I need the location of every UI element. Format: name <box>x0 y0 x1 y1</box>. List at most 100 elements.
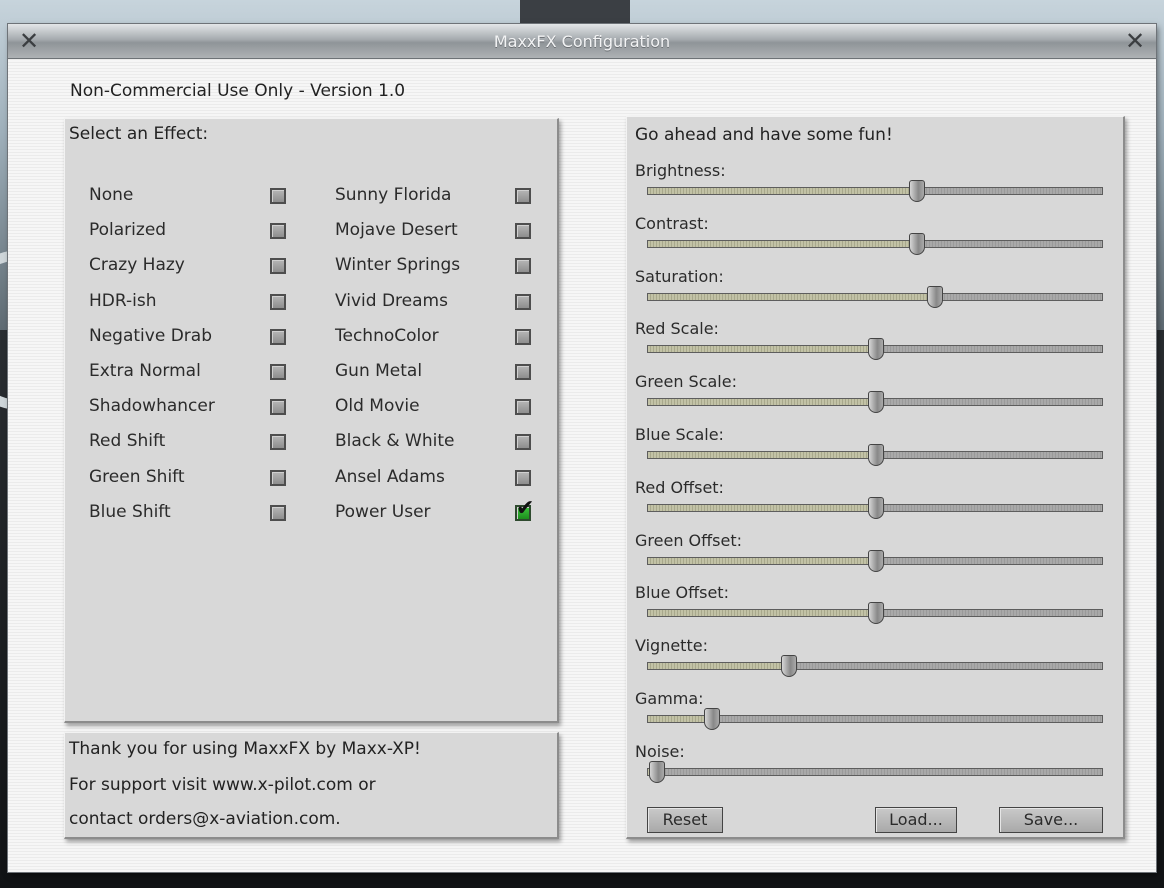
effect-label[interactable]: Polarized <box>89 220 166 240</box>
slider-thumb[interactable] <box>649 760 666 783</box>
version-label: Non-Commercial Use Only - Version 1.0 <box>70 81 406 101</box>
slider-track[interactable] <box>647 338 1103 361</box>
slider-label: Noise: <box>635 741 685 761</box>
slider-track[interactable] <box>647 655 1103 678</box>
title-bar[interactable]: ✕ MaxxFX Configuration ✕ <box>8 24 1156 59</box>
slider-fill <box>648 399 876 406</box>
slider-thumb[interactable] <box>868 496 884 519</box>
effect-checkbox[interactable] <box>515 328 531 345</box>
effect-label[interactable]: Ansel Adams <box>335 467 445 487</box>
slider-fill <box>648 240 918 247</box>
slider-label: Blue Scale: <box>635 425 724 444</box>
effect-checkbox[interactable] <box>515 223 531 240</box>
effect-label[interactable]: Crazy Hazy <box>89 255 185 275</box>
effect-checkbox[interactable] <box>270 504 286 521</box>
effect-checkbox[interactable] <box>515 434 531 451</box>
slider-thumb[interactable] <box>703 708 720 730</box>
slider-track[interactable] <box>647 602 1103 625</box>
slider-thumb[interactable] <box>909 180 926 202</box>
effect-label[interactable]: Winter Springs <box>335 255 460 275</box>
slider-thumb[interactable] <box>909 232 926 255</box>
effect-checkbox[interactable] <box>270 258 286 275</box>
effect-label[interactable]: HDR-ish <box>89 291 157 311</box>
slider-fill <box>648 557 876 564</box>
slider-thumb[interactable] <box>927 285 944 308</box>
load-button[interactable]: Load... <box>875 807 957 833</box>
effect-checkbox[interactable] <box>270 293 286 310</box>
thanks-line-2: For support visit www.x-pilot.com or <box>69 775 376 795</box>
effect-checkbox[interactable] <box>270 364 286 380</box>
sliders-title: Go ahead and have some fun! <box>635 125 893 145</box>
effect-checkbox[interactable] <box>270 188 286 204</box>
effect-label[interactable]: Extra Normal <box>89 361 201 381</box>
slider-track[interactable] <box>647 180 1103 202</box>
slider-track[interactable] <box>647 760 1103 783</box>
slider-track[interactable] <box>647 708 1103 730</box>
slider-fill <box>648 504 876 511</box>
check-icon: ✔ <box>516 495 535 521</box>
slider-thumb[interactable] <box>868 549 884 572</box>
slider-thumb[interactable] <box>868 391 884 414</box>
slider-track[interactable] <box>647 232 1103 255</box>
sliders-panel: Go ahead and have some fun! Brightness: C… <box>626 116 1125 839</box>
slider-label: Contrast: <box>635 213 709 233</box>
slider-label: Red Scale: <box>635 319 719 339</box>
effect-label[interactable]: TechnoColor <box>335 326 439 346</box>
reset-button[interactable]: Reset <box>647 807 723 833</box>
effect-checkbox[interactable] <box>515 258 531 275</box>
slider-track[interactable] <box>647 444 1103 466</box>
save-button[interactable]: Save... <box>999 807 1103 833</box>
thanks-panel: Thank you for using MaxxFX by Maxx-XP! F… <box>64 732 559 839</box>
slider-fill <box>648 452 876 458</box>
slider-label: Red Offset: <box>635 477 724 497</box>
slider-label: Blue Offset: <box>635 583 729 603</box>
effect-label[interactable]: Black & White <box>335 431 455 451</box>
effect-checkbox[interactable]: ✔ <box>515 497 534 521</box>
thanks-line-1: Thank you for using MaxxFX by Maxx-XP! <box>69 739 421 759</box>
config-window: ✕ MaxxFX Configuration ✕ Non-Commercial … <box>8 24 1156 872</box>
effect-label[interactable]: Gun Metal <box>335 361 422 381</box>
slider-thumb[interactable] <box>781 655 798 678</box>
slider-label: Green Scale: <box>635 372 737 392</box>
effect-label[interactable]: Blue Shift <box>89 502 171 522</box>
close-icon[interactable]: ✕ <box>1120 27 1150 55</box>
effect-checkbox[interactable] <box>515 469 531 486</box>
effect-checkbox[interactable] <box>515 293 531 310</box>
effect-checkbox[interactable] <box>270 434 286 451</box>
slider-track[interactable] <box>647 549 1103 572</box>
slider-thumb[interactable] <box>868 444 884 466</box>
slider-thumb[interactable] <box>868 338 884 361</box>
slider-label: Green Offset: <box>635 530 742 550</box>
thanks-line-3: contact orders@x-aviation.com. <box>69 809 341 829</box>
effect-checkbox[interactable] <box>270 328 286 345</box>
slider-label: Vignette: <box>635 636 708 656</box>
effect-label[interactable]: Sunny Florida <box>335 185 451 205</box>
slider-fill <box>648 716 712 722</box>
effect-label[interactable]: Red Shift <box>89 431 165 451</box>
slider-label: Saturation: <box>635 266 724 286</box>
effect-label[interactable]: None <box>89 185 133 205</box>
effect-label[interactable]: Power User <box>335 502 431 522</box>
effect-label[interactable]: Negative Drab <box>89 326 212 346</box>
effect-checkbox[interactable] <box>515 399 531 416</box>
effect-label[interactable]: Old Movie <box>335 396 420 416</box>
effect-checkbox[interactable] <box>515 364 531 380</box>
effect-label[interactable]: Green Shift <box>89 467 185 487</box>
effect-checkbox[interactable] <box>515 188 531 204</box>
effect-checkbox[interactable] <box>270 223 286 240</box>
window-title: MaxxFX Configuration <box>493 32 671 51</box>
effect-label[interactable]: Shadowhancer <box>89 396 215 416</box>
slider-label: Gamma: <box>635 689 704 708</box>
effect-checkbox[interactable] <box>270 399 286 416</box>
slider-thumb[interactable] <box>868 602 884 625</box>
slider-track[interactable] <box>647 496 1103 519</box>
slider-fill <box>648 346 876 353</box>
effect-label[interactable]: Mojave Desert <box>335 220 458 240</box>
slider-track[interactable] <box>647 391 1103 414</box>
effect-checkbox[interactable] <box>270 469 286 486</box>
effect-label[interactable]: Vivid Dreams <box>335 291 448 311</box>
slider-track[interactable] <box>647 285 1103 308</box>
slider-label: Brightness: <box>635 161 726 180</box>
slider-fill <box>648 188 918 194</box>
slider-fill <box>648 663 790 670</box>
